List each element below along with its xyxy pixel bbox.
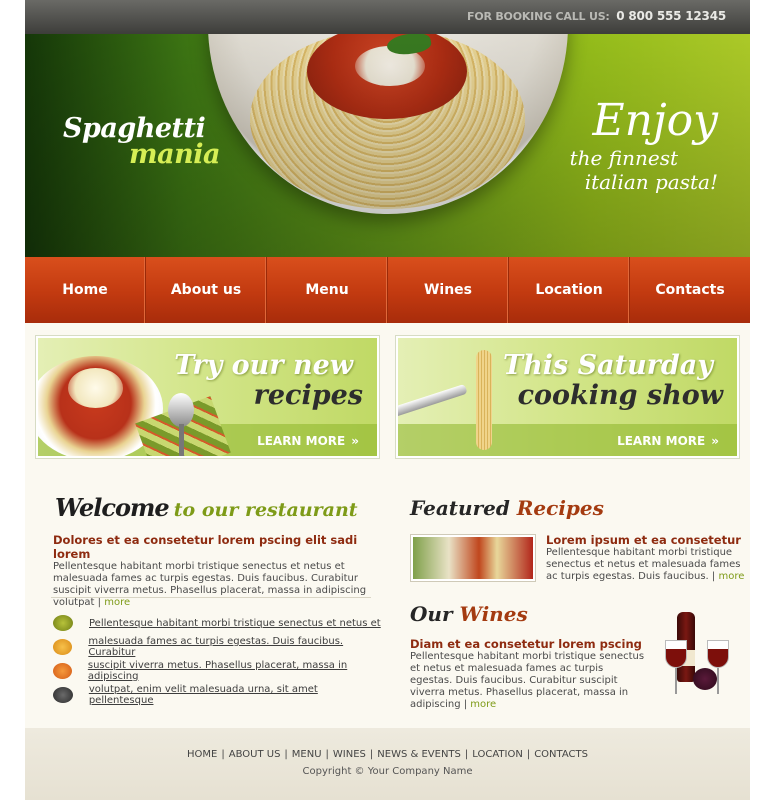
list-item-link[interactable]: volutpat, enim velit malesuada urna, sit… [89, 684, 383, 706]
top-bar: FOR BOOKING CALL US: 0 800 555 12345 [25, 0, 750, 34]
footer-link-about-us[interactable]: ABOUT US [229, 749, 281, 760]
footer-link-wines[interactable]: WINES [333, 749, 366, 760]
logo-line-2: mania [129, 139, 220, 170]
list-item: malesuada fames ac turpis egestas. Duis … [53, 635, 383, 659]
nav-item-about-us[interactable]: About us [146, 257, 267, 323]
learn-more-label: LEARN MORE [257, 434, 346, 448]
banner-title-line-2: recipes [253, 380, 363, 411]
footer: HOME | ABOUT US | MENU | WINES | NEWS & EVENTS | L… [25, 728, 750, 800]
list-item-link[interactable]: malesuada fames ac turpis egestas. Duis … [88, 636, 383, 658]
pasta-icon [53, 687, 73, 703]
double-arrow-icon: » [351, 434, 359, 448]
more-link[interactable]: more [470, 699, 496, 710]
hero-banner: Spaghetti mania Enjoy the finnest italia… [25, 34, 750, 257]
featured-recipe-image[interactable] [410, 534, 536, 582]
spaghetti-strand-image [476, 350, 492, 450]
learn-more-label: LEARN MORE [617, 434, 706, 448]
divider [51, 597, 371, 598]
nav-item-location[interactable]: Location [509, 257, 630, 323]
pasta-icon [53, 663, 72, 679]
nav-item-menu[interactable]: Menu [267, 257, 388, 323]
more-link[interactable]: more [104, 597, 130, 608]
welcome-heading: Welcome to our restaurant [55, 493, 358, 522]
wine-glass-image [707, 640, 729, 668]
list-item-link[interactable]: suscipit viverra metus. Phasellus placer… [88, 660, 383, 682]
nav-item-home[interactable]: Home [25, 257, 146, 323]
booking-label: FOR BOOKING CALL US: [467, 10, 610, 23]
copyright: Copyright © Your Company Name [302, 766, 473, 777]
double-arrow-icon: » [711, 434, 719, 448]
promo-banner-recipes[interactable]: Try our new recipes LEARN MORE » [35, 335, 380, 459]
featured-recipe-text: Lorem ipsum et ea consetetur Pellentesqu… [546, 533, 751, 583]
list-item-link[interactable]: Pellentesque habitant morbi tristique se… [89, 618, 381, 629]
our-wines-heading: Our Wines [410, 602, 528, 626]
wines-text: Diam et ea consetetur lorem pscing Pelle… [410, 637, 645, 710]
main-nav: Home About us Menu Wines Location Contac… [25, 257, 750, 323]
slogan-line-2: the finnest [569, 146, 678, 170]
nav-item-wines[interactable]: Wines [388, 257, 509, 323]
footer-nav: HOME | ABOUT US | MENU | WINES | NEWS & EVENTS | L… [187, 749, 588, 760]
welcome-text: Pellentesque habitant morbi tristique se… [53, 561, 367, 608]
parmesan-image [68, 368, 123, 408]
spoon-image [168, 393, 194, 427]
footer-link-contacts[interactable]: CONTACTS [534, 749, 588, 760]
footer-link-news-events[interactable]: NEWS & EVENTS [377, 749, 461, 760]
welcome-title: Welcome [55, 493, 170, 522]
hero-slogan: Enjoy the finnest italian pasta! [569, 95, 718, 195]
wines-subtitle: Diam et ea consetetur lorem pscing [410, 637, 642, 651]
grapes-image [693, 668, 717, 690]
fork-image [398, 383, 468, 419]
welcome-subtitle: Dolores et ea consetetur lorem pscing el… [53, 533, 358, 561]
list-item: volutpat, enim velit malesuada urna, sit… [53, 683, 383, 707]
slogan-line-1: Enjoy [592, 95, 718, 146]
learn-more-button[interactable]: LEARN MORE » [617, 434, 719, 448]
featured-recipes-heading: Featured Recipes [410, 496, 604, 520]
list-item: suscipit viverra metus. Phasellus placer… [53, 659, 383, 683]
footer-link-home[interactable]: HOME [187, 749, 217, 760]
banner-title-line-1: Try our new [174, 350, 353, 381]
footer-link-location[interactable]: LOCATION [472, 749, 523, 760]
wine-glass-image [665, 640, 687, 668]
banner-title-line-2: cooking show [517, 380, 723, 411]
more-link[interactable]: more [718, 571, 744, 582]
site-logo[interactable]: Spaghetti mania [63, 115, 220, 170]
pasta-icon [53, 615, 73, 631]
promo-banner-cooking-show[interactable]: This Saturday cooking show LEARN MORE » [395, 335, 740, 459]
feature-list: Pellentesque habitant morbi tristique se… [53, 611, 383, 707]
banner-title-line-1: This Saturday [503, 350, 713, 381]
learn-more-button[interactable]: LEARN MORE » [257, 434, 359, 448]
slogan-line-3: italian pasta! [584, 170, 718, 194]
list-item: Pellentesque habitant morbi tristique se… [53, 611, 383, 635]
page: FOR BOOKING CALL US: 0 800 555 12345 Spa… [25, 0, 750, 800]
featured-subtitle: Lorem ipsum et ea consetetur [546, 533, 741, 547]
welcome-title-tail: to our restaurant [173, 499, 358, 521]
booking-phone[interactable]: 0 800 555 12345 [616, 9, 726, 23]
booking-info: FOR BOOKING CALL US: 0 800 555 12345 [467, 9, 726, 23]
nav-item-contacts[interactable]: Contacts [630, 257, 750, 323]
pasta-icon [53, 639, 73, 655]
footer-link-menu[interactable]: MENU [292, 749, 322, 760]
